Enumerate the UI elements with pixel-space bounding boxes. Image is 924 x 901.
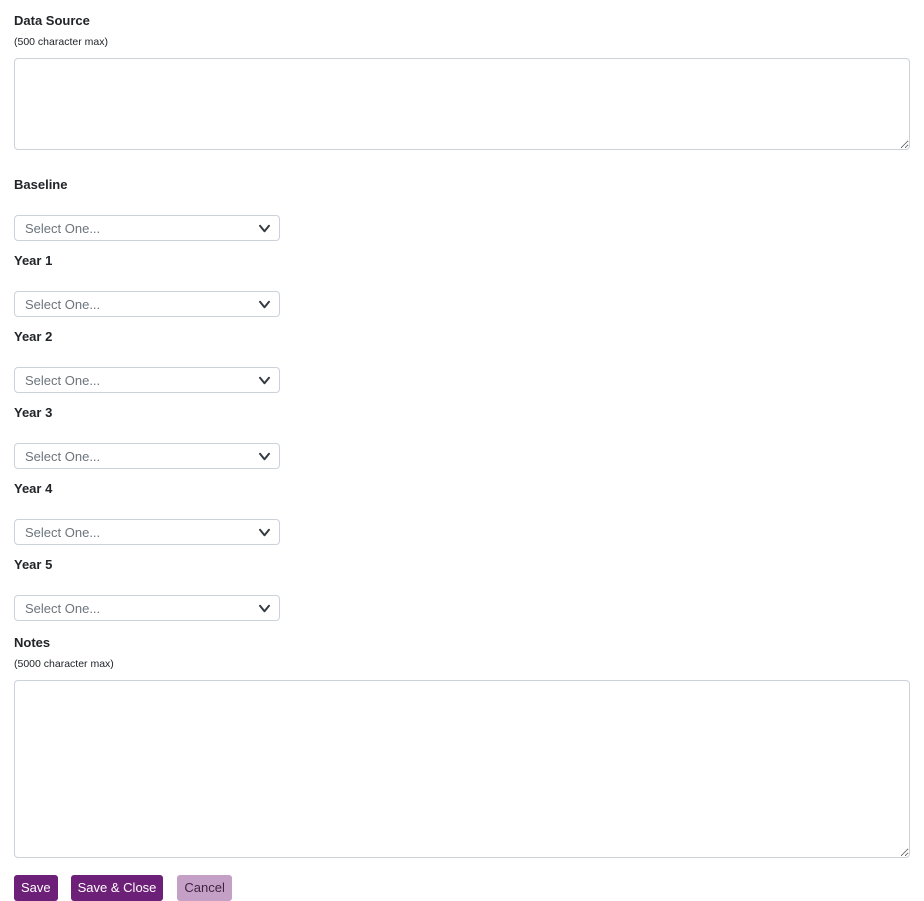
save-and-close-button[interactable]: Save & Close [70, 875, 164, 901]
data-source-hint: (500 character max) [14, 36, 108, 48]
metric-entry-form: Data Source (500 character max) Baseline… [14, 14, 910, 901]
data-source-textarea[interactable] [14, 58, 910, 150]
year1-select[interactable]: Select One... [14, 291, 280, 317]
year4-label: Year 4 [14, 481, 53, 496]
year5-select-wrap: Select One... [14, 595, 280, 621]
notes-label: Notes [14, 635, 51, 650]
year4-select[interactable]: Select One... [14, 519, 280, 545]
year4-select-wrap: Select One... [14, 519, 280, 545]
cancel-button[interactable]: Cancel [177, 875, 232, 901]
save-button[interactable]: Save [14, 875, 58, 901]
year3-select[interactable]: Select One... [14, 443, 280, 469]
form-button-row: Save Save & Close Cancel [14, 875, 910, 901]
year1-select-wrap: Select One... [14, 291, 280, 317]
year5-label: Year 5 [14, 557, 53, 572]
baseline-label: Baseline [14, 177, 68, 192]
year2-select[interactable]: Select One... [14, 367, 280, 393]
year3-label: Year 3 [14, 405, 53, 420]
year3-select-wrap: Select One... [14, 443, 280, 469]
baseline-select[interactable]: Select One... [14, 215, 280, 241]
data-source-label: Data Source [14, 13, 90, 28]
year5-select[interactable]: Select One... [14, 595, 280, 621]
year2-select-wrap: Select One... [14, 367, 280, 393]
baseline-select-wrap: Select One... [14, 215, 280, 241]
year2-label: Year 2 [14, 329, 53, 344]
year1-label: Year 1 [14, 253, 53, 268]
notes-textarea[interactable] [14, 680, 910, 858]
notes-hint: (5000 character max) [14, 658, 114, 670]
